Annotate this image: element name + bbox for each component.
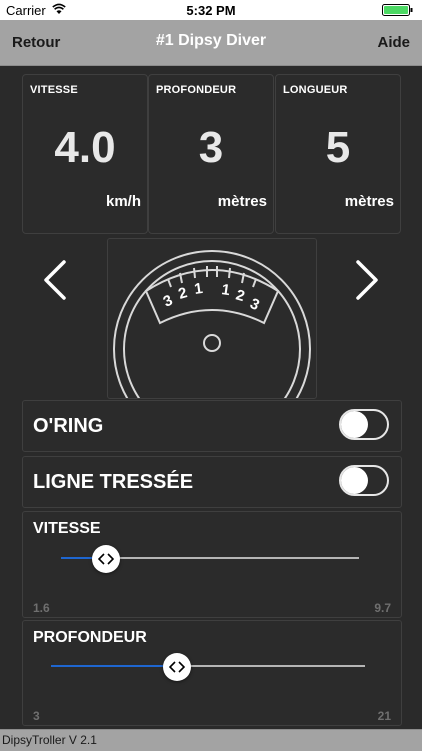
depth-card: PROFONDEUR 3 mètres [148, 74, 274, 234]
depth-slider-max: 21 [377, 709, 391, 723]
page-title: #1 Dipsy Diver [155, 32, 267, 49]
speed-label: VITESSE [30, 84, 78, 96]
speed-slider-label: VITESSE [33, 520, 101, 537]
version-label: DipsyTroller V 2.1 [2, 733, 97, 747]
braided-line-switch-knob [341, 467, 368, 494]
dial-left-scale-2: 2 [176, 284, 189, 303]
length-unit: mètres [344, 193, 394, 210]
braided-line-label: LIGNE TRESSÉE [33, 471, 194, 493]
braided-line-switch[interactable] [339, 465, 389, 496]
length-value: 5 [325, 123, 351, 172]
depth-slider-min: 3 [33, 709, 40, 723]
speed-unit: km/h [105, 193, 141, 210]
speed-slider-max: 9.7 [374, 601, 391, 615]
chevron-right-icon[interactable] [352, 258, 382, 302]
depth-label: PROFONDEUR [156, 84, 237, 96]
oring-switch[interactable] [339, 409, 389, 440]
dial-right-scale-2: 2 [234, 287, 247, 306]
length-card: LONGUEUR 5 mètres [275, 74, 401, 234]
depth-slider-fill [51, 665, 177, 667]
depth-slider-panel: PROFONDEUR 3 21 [22, 620, 402, 726]
depth-slider-thumb[interactable] [162, 653, 191, 681]
depth-unit: mètres [217, 193, 267, 210]
help-button[interactable]: Aide [377, 34, 410, 51]
oring-label: O'RING [33, 415, 104, 437]
dial-left-scale-1: 1 [193, 280, 204, 298]
dial-left-scale-3: 3 [161, 292, 176, 311]
battery-icon [382, 4, 413, 16]
dial-selector: 3 2 1 1 2 3 [107, 238, 317, 399]
depth-slider-label: PROFONDEUR [33, 629, 147, 646]
braided-line-toggle-row: LIGNE TRESSÉE [22, 456, 402, 508]
speed-slider-panel: VITESSE 1.6 9.7 [22, 511, 402, 618]
dial-pivot [203, 334, 221, 352]
oring-switch-knob [341, 411, 368, 438]
chevron-left-icon[interactable] [40, 258, 70, 302]
status-bar: Carrier 5:32 PM [0, 0, 422, 20]
nav-bar: Retour #1 Dipsy Diver Aide [0, 20, 422, 66]
dial-graphic: 3 2 1 1 2 3 [113, 250, 311, 398]
status-time: 5:32 PM [186, 3, 236, 18]
dial-right-scale-3: 3 [247, 295, 262, 314]
speed-card: VITESSE 4.0 km/h [22, 74, 148, 234]
footer-bar: DipsyTroller V 2.1 [0, 729, 422, 751]
dial-right-scale-1: 1 [220, 281, 231, 299]
oring-toggle-row: O'RING [22, 400, 402, 452]
slider-handle-icon [97, 553, 114, 565]
speed-slider-min: 1.6 [33, 601, 50, 615]
depth-slider-track[interactable] [51, 665, 365, 667]
slider-handle-icon [168, 661, 185, 673]
depth-value: 3 [198, 123, 224, 172]
speed-slider-thumb[interactable] [91, 545, 120, 573]
speed-value: 4.0 [54, 123, 116, 172]
length-label: LONGUEUR [283, 84, 348, 96]
